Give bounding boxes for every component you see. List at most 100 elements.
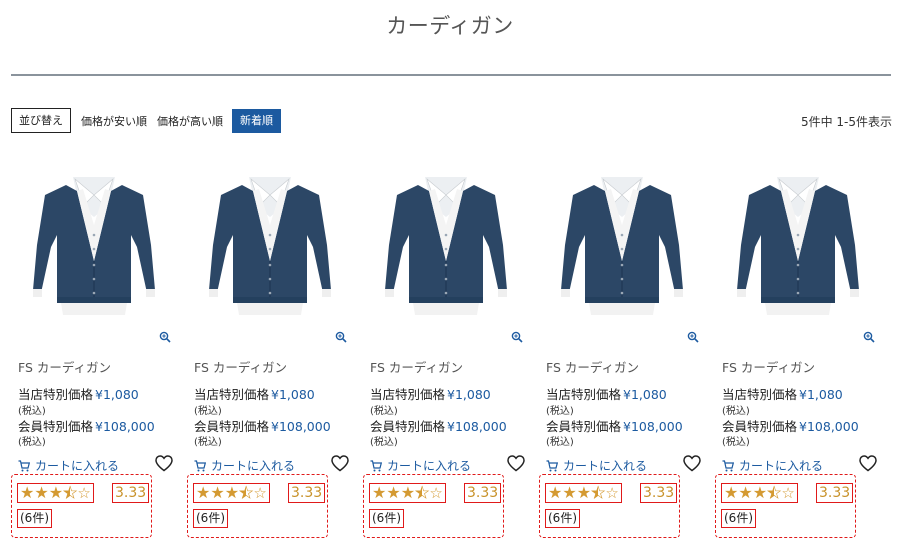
rating-value: 3.33 (640, 483, 678, 503)
product-card: FS カーディガン 当店特別価格 ¥1,080 (税込) 会員特別価格 ¥108,0… (11, 165, 177, 545)
star-rating: ★ ★ ★ ★ ☆ (17, 483, 94, 503)
add-to-cart-label: カートに入れる (387, 459, 472, 473)
review-count[interactable]: (6件) (545, 509, 580, 528)
review-count[interactable]: (6件) (369, 509, 404, 528)
store-price-row: 当店特別価格 ¥1,080 (370, 384, 491, 403)
add-to-cart-button[interactable]: カートに入れる (194, 457, 295, 474)
star-half-icon: ★ (415, 483, 430, 502)
add-to-cart-label: カートに入れる (739, 459, 824, 473)
store-price-row: 当店特別価格 ¥1,080 (194, 384, 315, 403)
zoom-icon[interactable] (159, 331, 171, 343)
product-image[interactable] (187, 165, 353, 330)
review-count[interactable]: (6件) (721, 509, 756, 528)
star-full-icon: ★ (196, 483, 211, 502)
member-price-label: 会員特別価格 (194, 419, 270, 434)
review-summary: ★ ★ ★ ★ ☆ 3.33 (6件) (539, 474, 680, 538)
star-full-icon: ★ (224, 483, 240, 502)
member-price-label: 会員特別価格 (370, 419, 446, 434)
heart-icon[interactable] (683, 455, 701, 472)
add-to-cart-button[interactable]: カートに入れる (18, 457, 119, 474)
member-price: ¥108,000 (271, 419, 331, 434)
star-full-icon: ★ (738, 483, 753, 502)
review-summary: ★ ★ ★ ★ ☆ 3.33 (6件) (363, 474, 504, 538)
star-full-icon: ★ (34, 483, 49, 502)
rating-value: 3.33 (288, 483, 326, 503)
tax-note: (税込) (194, 406, 222, 417)
store-price-label: 当店特別価格 (18, 387, 94, 402)
tax-note: (税込) (18, 406, 46, 417)
zoom-icon[interactable] (863, 331, 875, 343)
review-summary: ★ ★ ★ ★ ☆ 3.33 (6件) (187, 474, 328, 538)
add-to-cart-button[interactable]: カートに入れる (722, 457, 823, 474)
store-price: ¥1,080 (799, 387, 843, 402)
star-full-icon: ★ (562, 483, 577, 502)
store-price-row: 当店特別価格 ¥1,080 (18, 384, 139, 403)
product-image[interactable] (363, 165, 529, 330)
star-empty-icon: ☆ (77, 484, 91, 502)
add-to-cart-label: カートに入れる (35, 459, 120, 473)
member-price: ¥108,000 (95, 419, 155, 434)
product-name[interactable]: FS カーディガン (194, 357, 287, 376)
star-full-icon: ★ (372, 483, 387, 502)
store-price-row: 当店特別価格 ¥1,080 (722, 384, 843, 403)
add-to-cart-label: カートに入れる (563, 459, 648, 473)
store-price: ¥1,080 (95, 387, 139, 402)
star-full-icon: ★ (48, 483, 64, 502)
member-price: ¥108,000 (799, 419, 859, 434)
member-tax-note: (税込) (370, 437, 398, 448)
product-image[interactable] (715, 165, 881, 330)
product-name[interactable]: FS カーディガン (722, 357, 815, 376)
product-image[interactable] (539, 165, 705, 330)
star-empty-icon: ☆ (781, 484, 795, 502)
add-to-cart-button[interactable]: カートに入れる (370, 457, 471, 474)
rating-value: 3.33 (464, 483, 502, 503)
star-half-icon: ★ (767, 483, 782, 502)
add-to-cart-button[interactable]: カートに入れる (546, 457, 647, 474)
store-price-label: 当店特別価格 (194, 387, 270, 402)
store-price-label: 当店特別価格 (370, 387, 446, 402)
product-image[interactable] (11, 165, 177, 330)
store-price: ¥1,080 (623, 387, 667, 402)
star-empty-icon: ☆ (429, 484, 443, 502)
zoom-icon[interactable] (511, 331, 523, 343)
sort-option-price-high[interactable]: 価格が高い順 (157, 113, 223, 129)
heart-icon[interactable] (155, 455, 173, 472)
review-count[interactable]: (6件) (17, 509, 52, 528)
member-price: ¥108,000 (623, 419, 683, 434)
review-summary: ★ ★ ★ ★ ☆ 3.33 (6件) (11, 474, 152, 538)
star-half-icon: ★ (239, 483, 254, 502)
heart-icon[interactable] (507, 455, 525, 472)
member-tax-note: (税込) (18, 437, 46, 448)
product-name[interactable]: FS カーディガン (370, 357, 463, 376)
star-full-icon: ★ (210, 483, 225, 502)
sort-label: 並び替え (11, 108, 71, 133)
star-empty-icon: ☆ (253, 484, 267, 502)
sort-bar: 並び替え 価格が安い順 価格が高い順 新着順 (11, 108, 281, 133)
page-title: カーディガン (386, 14, 514, 38)
sort-option-newest[interactable]: 新着順 (232, 108, 281, 133)
sort-option-price-low[interactable]: 価格が安い順 (81, 113, 147, 129)
star-full-icon: ★ (20, 483, 35, 502)
review-summary: ★ ★ ★ ★ ☆ 3.33 (6件) (715, 474, 856, 538)
result-count: 5件中 1-5件表示 (800, 115, 892, 129)
heart-icon[interactable] (859, 455, 877, 472)
member-price: ¥108,000 (447, 419, 507, 434)
product-name[interactable]: FS カーディガン (546, 357, 639, 376)
star-half-icon: ★ (591, 483, 606, 502)
zoom-icon[interactable] (335, 331, 347, 343)
star-full-icon: ★ (548, 483, 563, 502)
star-full-icon: ★ (386, 483, 401, 502)
product-name[interactable]: FS カーディガン (18, 357, 111, 376)
store-price: ¥1,080 (271, 387, 315, 402)
cart-icon (194, 459, 206, 471)
star-rating: ★ ★ ★ ★ ☆ (193, 483, 270, 503)
product-card: FS カーディガン 当店特別価格 ¥1,080 (税込) 会員特別価格 ¥108,0… (363, 165, 529, 545)
tax-note: (税込) (722, 406, 750, 417)
zoom-icon[interactable] (687, 331, 699, 343)
member-price-label: 会員特別価格 (18, 419, 94, 434)
rating-value: 3.33 (816, 483, 854, 503)
heart-icon[interactable] (331, 455, 349, 472)
tax-note: (税込) (546, 406, 574, 417)
product-card: FS カーディガン 当店特別価格 ¥1,080 (税込) 会員特別価格 ¥108,0… (187, 165, 353, 545)
review-count[interactable]: (6件) (193, 509, 228, 528)
